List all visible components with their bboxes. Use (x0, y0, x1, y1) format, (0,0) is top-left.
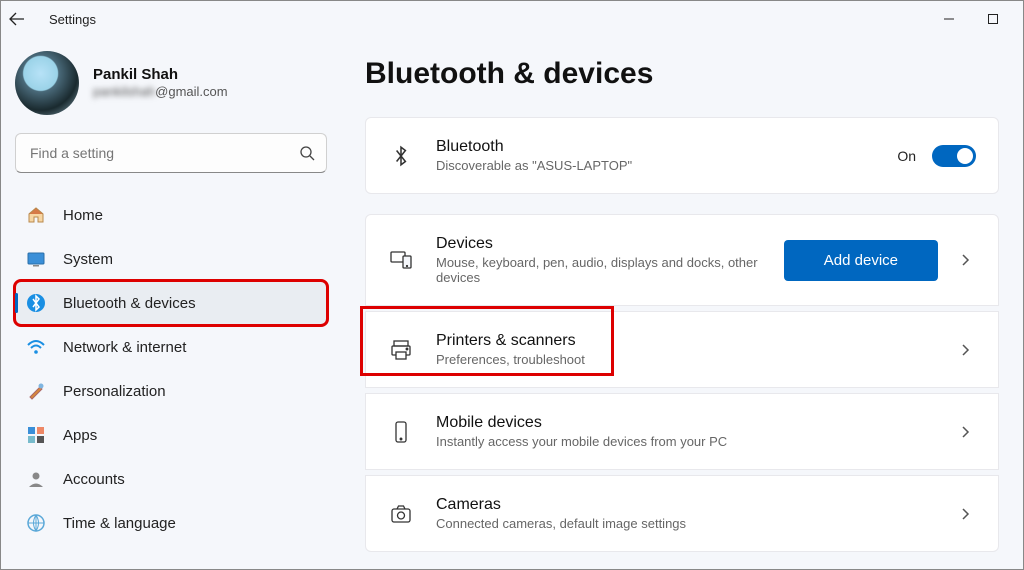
bluetooth-icon (25, 292, 47, 314)
avatar (15, 51, 79, 115)
devices-subtitle: Mouse, keyboard, pen, audio, displays an… (436, 255, 762, 285)
chevron-right-icon[interactable] (954, 507, 976, 521)
sidebar-item-label: System (63, 251, 113, 268)
bluetooth-toggle-label: On (897, 148, 916, 164)
sidebar-item-label: Time & language (63, 515, 176, 532)
sidebar-item-bluetooth-devices[interactable]: Bluetooth & devices (15, 281, 327, 325)
cameras-card[interactable]: Cameras Connected cameras, default image… (365, 475, 999, 552)
minimize-button[interactable] (927, 5, 971, 33)
bluetooth-card[interactable]: Bluetooth Discoverable as "ASUS-LAPTOP" … (365, 117, 999, 194)
main-content: Bluetooth & devices Bluetooth Discoverab… (341, 37, 1023, 569)
printer-icon (388, 337, 414, 363)
printers-scanners-card[interactable]: Printers & scanners Preferences, trouble… (365, 311, 999, 388)
nav-list: Home System Bluetooth & devices Network … (15, 193, 327, 545)
sidebar: Pankil Shah pankilshah@gmail.com Home Sy… (1, 37, 341, 569)
bluetooth-subtitle: Discoverable as "ASUS-LAPTOP" (436, 158, 875, 173)
devices-icon (388, 247, 414, 273)
chevron-right-icon[interactable] (954, 425, 976, 439)
sidebar-item-label: Home (63, 207, 103, 224)
search-input[interactable] (15, 133, 327, 173)
accounts-icon (25, 468, 47, 490)
chevron-right-icon[interactable] (954, 253, 976, 267)
phone-icon (388, 419, 414, 445)
wifi-icon (25, 336, 47, 358)
chevron-right-icon[interactable] (954, 343, 976, 357)
sidebar-item-label: Bluetooth & devices (63, 295, 196, 312)
sidebar-item-apps[interactable]: Apps (15, 413, 327, 457)
home-icon (25, 204, 47, 226)
devices-card[interactable]: Devices Mouse, keyboard, pen, audio, dis… (365, 214, 999, 306)
sidebar-item-label: Network & internet (63, 339, 186, 356)
page-title: Bluetooth & devices (365, 57, 999, 91)
printers-subtitle: Preferences, troubleshoot (436, 352, 932, 367)
mobile-subtitle: Instantly access your mobile devices fro… (436, 434, 932, 449)
window-title: Settings (49, 12, 96, 27)
paintbrush-icon (25, 380, 47, 402)
printers-title: Printers & scanners (436, 332, 932, 350)
bluetooth-icon (388, 143, 414, 169)
bluetooth-toggle[interactable] (932, 145, 976, 167)
system-icon (25, 248, 47, 270)
sidebar-item-label: Apps (63, 427, 97, 444)
profile-email-hidden: pankilshah (93, 84, 155, 99)
camera-icon (388, 501, 414, 527)
sidebar-item-accounts[interactable]: Accounts (15, 457, 327, 501)
add-device-button[interactable]: Add device (784, 240, 938, 281)
bluetooth-title: Bluetooth (436, 138, 875, 156)
titlebar: Settings (1, 1, 1023, 37)
cameras-subtitle: Connected cameras, default image setting… (436, 516, 932, 531)
profile-block[interactable]: Pankil Shah pankilshah@gmail.com (15, 51, 327, 115)
sidebar-item-time-language[interactable]: Time & language (15, 501, 327, 545)
mobile-devices-card[interactable]: Mobile devices Instantly access your mob… (365, 393, 999, 470)
mobile-title: Mobile devices (436, 414, 932, 432)
apps-icon (25, 424, 47, 446)
cameras-title: Cameras (436, 496, 932, 514)
sidebar-item-system[interactable]: System (15, 237, 327, 281)
search-container (15, 133, 327, 173)
profile-email-domain: @gmail.com (155, 84, 227, 99)
sidebar-item-label: Personalization (63, 383, 166, 400)
back-button[interactable] (9, 11, 41, 27)
sidebar-item-network[interactable]: Network & internet (15, 325, 327, 369)
search-icon (299, 145, 315, 161)
sidebar-item-home[interactable]: Home (15, 193, 327, 237)
profile-name: Pankil Shah (93, 66, 228, 83)
globe-icon (25, 512, 47, 534)
sidebar-item-personalization[interactable]: Personalization (15, 369, 327, 413)
devices-title: Devices (436, 235, 762, 253)
maximize-button[interactable] (971, 5, 1015, 33)
sidebar-item-label: Accounts (63, 471, 125, 488)
